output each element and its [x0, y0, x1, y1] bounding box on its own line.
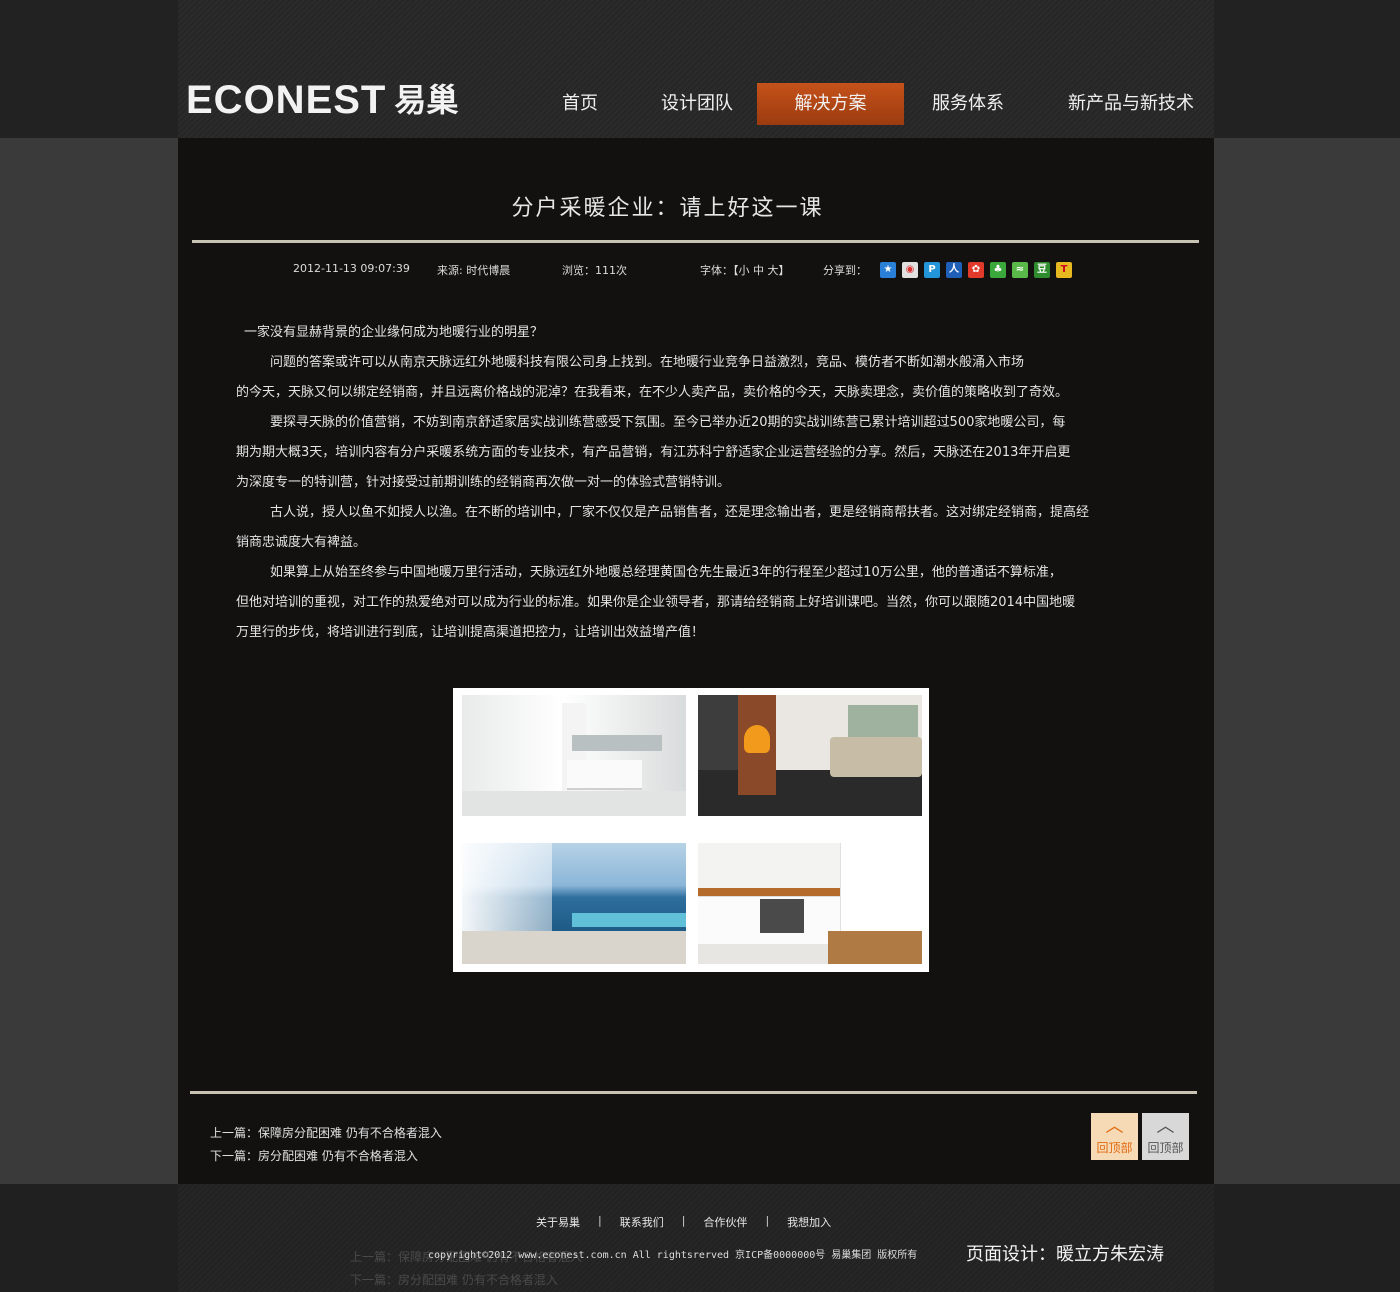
next-article-link[interactable]: 下一篇：房分配困难 仍有不合格者混入	[210, 1147, 418, 1164]
back-to-top-button[interactable]: ︿ 回顶部	[1091, 1113, 1138, 1160]
paragraph: 一家没有显赫背景的企业缘何成为地暖行业的明星？	[244, 325, 544, 340]
logo-wordmark: ECONEST	[186, 78, 387, 122]
photo-fireplace-room	[698, 695, 922, 816]
paragraph: 但他对培训的重视，对工作的热爱绝对可以成为行业的标准。如果你是企业领导者，那请给…	[236, 595, 1076, 610]
ghost-next-text: 下一篇：房分配困难 仍有不合格者混入	[350, 1273, 558, 1287]
article-body: 一家没有显赫背景的企业缘何成为地暖行业的明星？ 问题的答案或许可以从南京天脉远红…	[236, 318, 1156, 648]
photo-sea-view	[462, 843, 686, 964]
pengyou-icon[interactable]: P	[924, 262, 940, 278]
prev-article-link[interactable]: 上一篇：保障房分配困难 仍有不合格者混入	[210, 1124, 442, 1141]
qzone-icon[interactable]: ★	[880, 262, 896, 278]
weibo-icon[interactable]: ◉	[902, 262, 918, 278]
photo-white-kitchen	[462, 695, 686, 816]
font-size-switcher[interactable]: 字体：【小 中 大】	[700, 262, 790, 278]
nav-item-home[interactable]: 首页	[540, 83, 620, 125]
article-views: 浏览：111次	[562, 264, 627, 277]
footer-links: 关于易巢 | 联系我们 | 合作伙伴 | 我想加入	[536, 1214, 831, 1230]
footer	[178, 1184, 1214, 1292]
content-panel	[178, 138, 1214, 1184]
chevron-up-icon: ︿	[1105, 1116, 1124, 1137]
footer-link-join[interactable]: 我想加入	[787, 1214, 831, 1230]
article-source: 来源: 时代博晨	[437, 264, 511, 277]
footer-separator: |	[598, 1214, 602, 1227]
nav-item-design-team[interactable]: 设计团队	[650, 83, 744, 125]
footer-separator: |	[765, 1214, 770, 1227]
share-label: 分享到：	[823, 264, 867, 277]
nav-item-new-products[interactable]: 新产品与新技术	[1060, 83, 1202, 125]
douban-icon[interactable]: 豆	[1034, 262, 1050, 278]
back-to-top-label: 回顶部	[1147, 1141, 1184, 1155]
footer-link-about[interactable]: 关于易巢	[536, 1214, 580, 1230]
share-icons: ★ ◉ P 人 ✿ ♣ ≈ 豆 T	[880, 262, 1072, 278]
copyright: copyright©2012 www.econest.com.cn All ri…	[428, 1250, 918, 1261]
logo-cn-mark: 易巢	[394, 81, 459, 119]
kaixin-icon[interactable]: ✿	[968, 262, 984, 278]
nav-item-solutions[interactable]: 解决方案	[757, 83, 904, 125]
paragraph: 万里行的步伐，将培训进行到底，让培训提高渠道把控力，让培训出效益增产值！	[236, 625, 705, 640]
article-date: 2012-11-13 09:07:39	[293, 262, 410, 275]
tieba-icon[interactable]: T	[1056, 262, 1072, 278]
paragraph: 期为期大概3天，培训内容有分户采暖系统方面的专业技术，有产品营销，有江苏科宁舒适…	[236, 445, 1071, 460]
article-title: 分户采暖企业：请上好这一课	[511, 196, 824, 221]
paragraph: 销商忠诚度大有裨益。	[236, 535, 367, 550]
footer-link-contact[interactable]: 联系我们	[620, 1214, 664, 1230]
paragraph: 的今天，天脉又何以绑定经销商，并且远离价格战的泥淖？在我看来，在不少人卖产品，卖…	[236, 385, 1069, 400]
footer-separator: |	[681, 1214, 686, 1227]
back-to-top-button-alt[interactable]: ︿ 回顶部	[1142, 1113, 1189, 1160]
nav-item-service[interactable]: 服务体系	[920, 83, 1016, 125]
article-image-collage	[453, 688, 929, 972]
paragraph: 古人说，授人以鱼不如授人以渔。在不断的培训中，厂家不仅仅是产品销售者，还是理念输…	[270, 505, 1090, 520]
paragraph: 如果算上从始至终参与中国地暖万里行活动，天脉远红外地暖总经理黄国仓先生最近3年的…	[270, 565, 1062, 580]
footer-link-partners[interactable]: 合作伙伴	[703, 1214, 747, 1230]
designer-credit: 页面设计：暖立方朱宏涛	[966, 1244, 1164, 1265]
paragraph: 为深度专一的特训营，针对接受过前期训练的经销商再次做一对一的体验式营销特训。	[236, 475, 731, 490]
logo[interactable]: ECONEST 易巢	[186, 80, 458, 120]
chevron-up-icon: ︿	[1156, 1116, 1175, 1137]
title-divider	[192, 240, 1199, 243]
photo-wood-kitchen	[698, 843, 922, 964]
renren-icon[interactable]: 人	[946, 262, 962, 278]
footer-divider	[190, 1091, 1197, 1094]
paragraph: 问题的答案或许可以从南京天脉远红外地暖科技有限公司身上找到。在地暖行业竞争日益激…	[270, 355, 1025, 370]
tqq-icon[interactable]: ≈	[1012, 262, 1028, 278]
clover-icon[interactable]: ♣	[990, 262, 1006, 278]
paragraph: 要探寻天脉的价值营销，不妨到南京舒适家居实战训练营感受下氛围。至今已举办近20期…	[270, 415, 1066, 430]
back-to-top-label: 回顶部	[1096, 1141, 1133, 1155]
